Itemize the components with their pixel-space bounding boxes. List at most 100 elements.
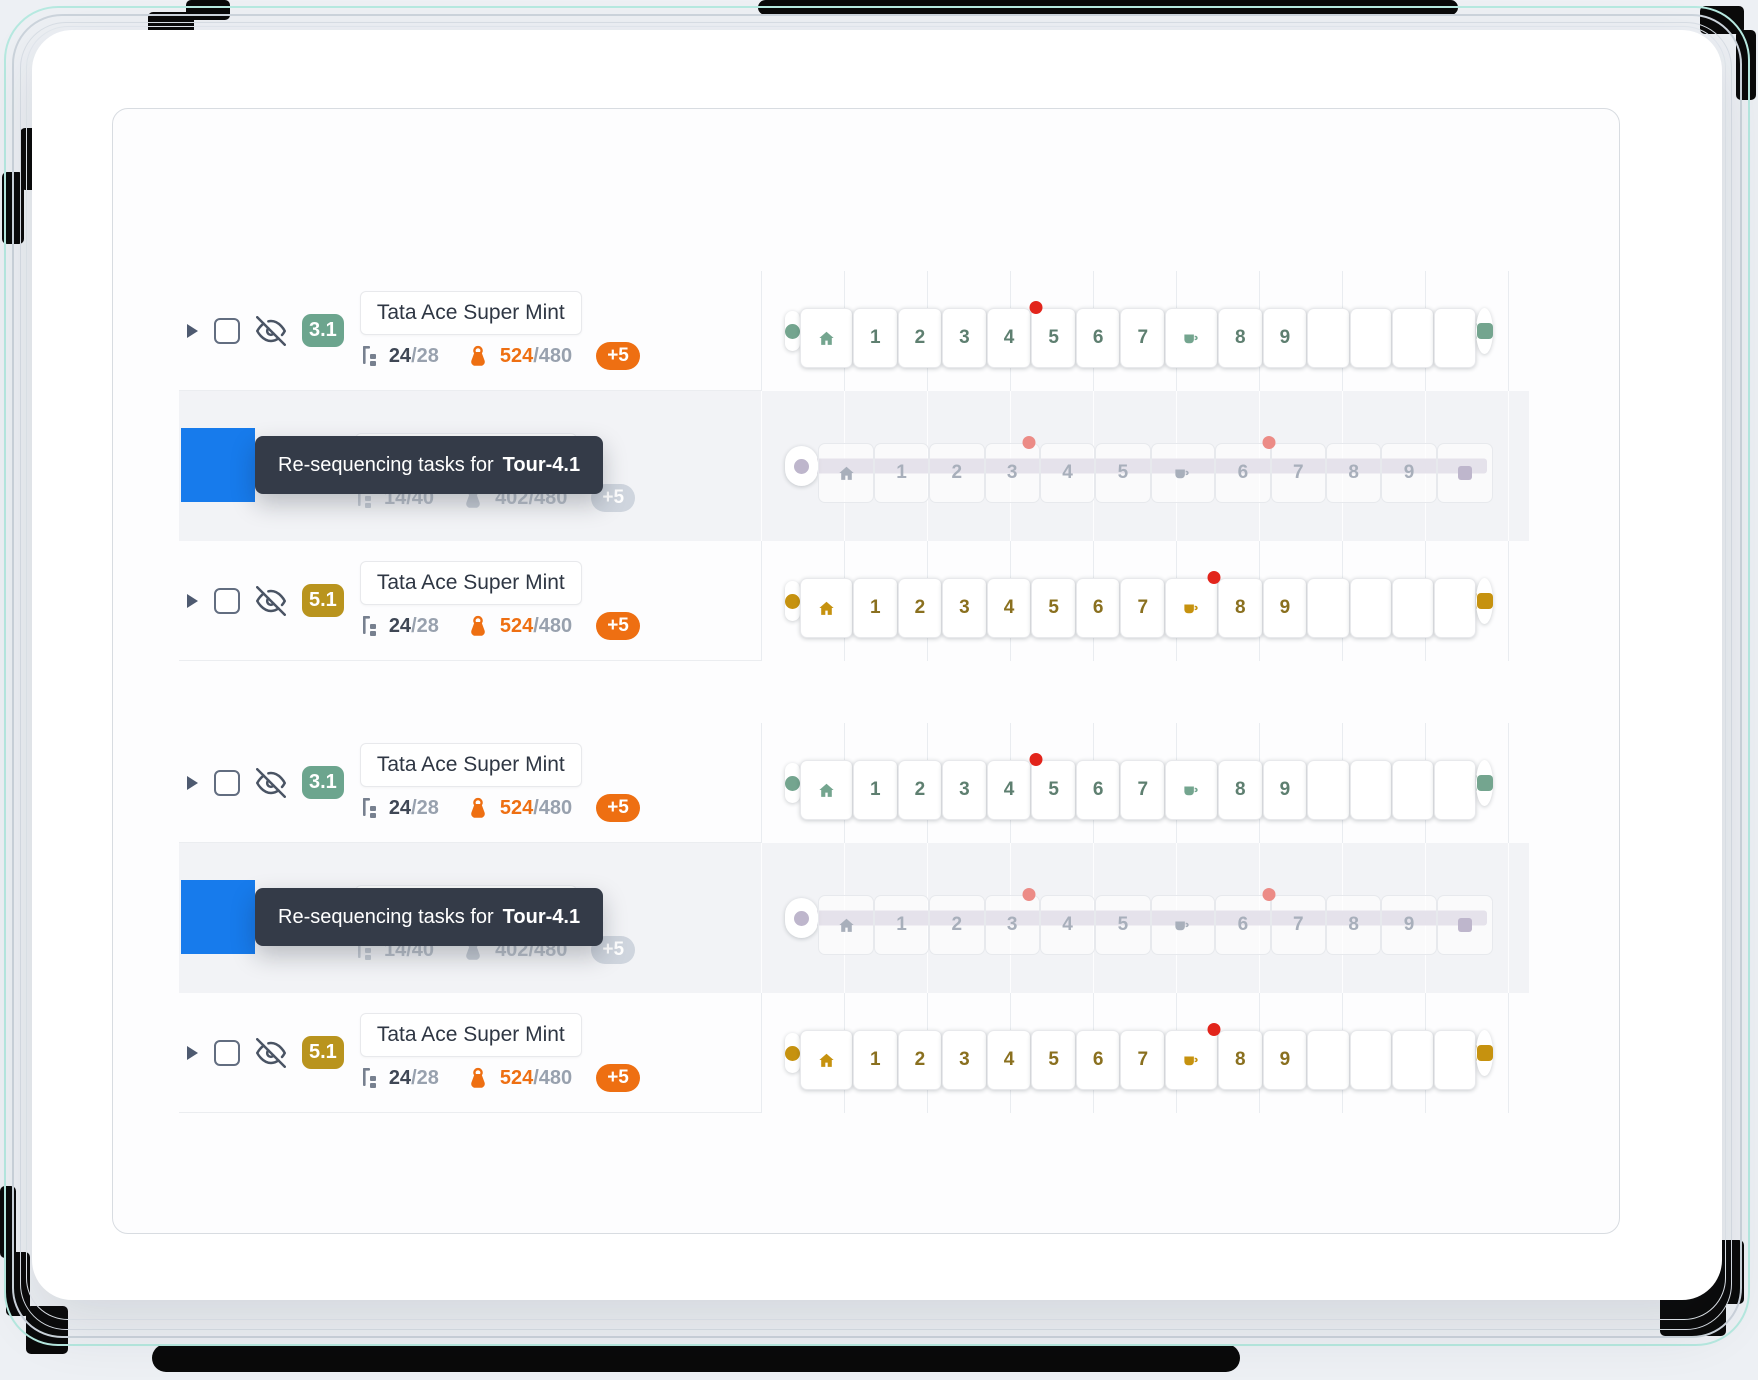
task-stop[interactable]: [1434, 578, 1476, 638]
task-stop[interactable]: 3: [985, 443, 1040, 503]
task-stop[interactable]: 5: [1031, 308, 1076, 368]
task-stop[interactable]: 8: [1218, 578, 1263, 638]
task-stop[interactable]: 1: [874, 443, 929, 503]
task-stop[interactable]: 1: [853, 760, 898, 820]
depot-marker[interactable]: [800, 1030, 853, 1090]
depot-marker[interactable]: [800, 308, 853, 368]
task-stop[interactable]: 2: [898, 1030, 943, 1090]
task-stop[interactable]: 7: [1120, 578, 1165, 638]
vehicle-name-chip[interactable]: Tata Ace Super Mint: [360, 291, 582, 335]
hide-tour-icon[interactable]: [256, 586, 286, 616]
row-checkbox[interactable]: [214, 318, 240, 344]
expand-caret-icon[interactable]: [187, 594, 198, 608]
task-stop[interactable]: 3: [942, 308, 987, 368]
task-stop[interactable]: 4: [987, 1030, 1032, 1090]
task-stop[interactable]: [1350, 760, 1392, 820]
task-stop[interactable]: 7: [1271, 443, 1326, 503]
vehicle-name-chip[interactable]: Tata Ace Super Mint: [360, 1013, 582, 1057]
task-stop[interactable]: 7: [1120, 308, 1165, 368]
task-stop[interactable]: [1350, 308, 1392, 368]
task-stop[interactable]: 6: [1215, 443, 1270, 503]
task-stop[interactable]: 9: [1381, 895, 1436, 955]
break-marker[interactable]: [1165, 760, 1218, 820]
task-stop[interactable]: [1307, 1030, 1349, 1090]
task-stop[interactable]: [1350, 1030, 1392, 1090]
tour-row-dragging[interactable]: Re-sequencing tasks for Tour-4.1 Tata Ac…: [179, 843, 1529, 993]
task-stop[interactable]: 9: [1263, 578, 1308, 638]
task-stop[interactable]: 4: [1040, 443, 1095, 503]
extra-tasks-badge[interactable]: +5: [596, 1064, 640, 1092]
task-stop[interactable]: 5: [1095, 895, 1150, 955]
task-stop[interactable]: 6: [1076, 1030, 1121, 1090]
row-checkbox[interactable]: [214, 770, 240, 796]
task-stop[interactable]: 5: [1031, 1030, 1076, 1090]
tour-row[interactable]: 3.1 Tata Ace Super Mint 24/28 524/480 +5…: [179, 723, 1529, 843]
task-stop[interactable]: [1392, 1030, 1434, 1090]
task-stop[interactable]: [1434, 308, 1476, 368]
expand-caret-icon[interactable]: [187, 324, 198, 338]
task-stop[interactable]: 6: [1215, 895, 1270, 955]
task-stop[interactable]: [1434, 1030, 1476, 1090]
task-stop[interactable]: 8: [1326, 895, 1381, 955]
task-stop[interactable]: 1: [853, 308, 898, 368]
task-stop[interactable]: 2: [898, 578, 943, 638]
task-stop[interactable]: 3: [985, 895, 1040, 955]
extra-tasks-badge[interactable]: +5: [596, 612, 640, 640]
task-stop[interactable]: 9: [1263, 760, 1308, 820]
break-marker[interactable]: [1165, 578, 1218, 638]
task-stop[interactable]: 6: [1076, 308, 1121, 368]
vehicle-name-chip[interactable]: Tata Ace Super Mint: [360, 743, 582, 787]
tour-row[interactable]: 5.1 Tata Ace Super Mint 24/28 524/480 +5…: [179, 993, 1529, 1113]
task-stop[interactable]: [1307, 308, 1349, 368]
task-stop[interactable]: 5: [1031, 578, 1076, 638]
hide-tour-icon[interactable]: [256, 316, 286, 346]
expand-caret-icon[interactable]: [187, 776, 198, 790]
task-stop[interactable]: 9: [1263, 1030, 1308, 1090]
task-stop[interactable]: 3: [942, 1030, 987, 1090]
break-marker[interactable]: [1151, 443, 1216, 503]
task-stop[interactable]: 7: [1271, 895, 1326, 955]
depot-marker[interactable]: [800, 760, 853, 820]
task-stop[interactable]: 5: [1031, 760, 1076, 820]
hide-tour-icon[interactable]: [256, 1038, 286, 1068]
break-marker[interactable]: [1151, 895, 1216, 955]
tour-row-dragging[interactable]: Re-sequencing tasks for Tour-4.1 Tata Ac…: [179, 391, 1529, 541]
task-stop[interactable]: 9: [1381, 443, 1436, 503]
task-stop[interactable]: 4: [987, 578, 1032, 638]
task-stop[interactable]: 2: [929, 443, 984, 503]
break-marker[interactable]: [1165, 1030, 1218, 1090]
row-checkbox[interactable]: [214, 1040, 240, 1066]
task-stop[interactable]: 1: [853, 1030, 898, 1090]
task-stop[interactable]: 2: [898, 760, 943, 820]
task-stop[interactable]: [1392, 578, 1434, 638]
row-checkbox[interactable]: [214, 588, 240, 614]
task-stop[interactable]: [1392, 760, 1434, 820]
task-stop[interactable]: 3: [942, 760, 987, 820]
task-stop[interactable]: 7: [1120, 760, 1165, 820]
extra-tasks-badge[interactable]: +5: [596, 794, 640, 822]
depot-marker[interactable]: [818, 895, 873, 955]
expand-caret-icon[interactable]: [187, 1046, 198, 1060]
task-stop[interactable]: 8: [1218, 308, 1263, 368]
task-stop[interactable]: 4: [1040, 895, 1095, 955]
task-stop[interactable]: 8: [1218, 1030, 1263, 1090]
task-stop[interactable]: 6: [1076, 760, 1121, 820]
task-stop[interactable]: 9: [1263, 308, 1308, 368]
vehicle-name-chip[interactable]: Tata Ace Super Mint: [360, 561, 582, 605]
task-stop[interactable]: 6: [1076, 578, 1121, 638]
task-stop[interactable]: [1307, 578, 1349, 638]
depot-marker[interactable]: [800, 578, 853, 638]
tour-row[interactable]: 5.1 Tata Ace Super Mint 24/28 524/480 +5…: [179, 541, 1529, 661]
task-stop[interactable]: 4: [987, 760, 1032, 820]
task-stop[interactable]: [1350, 578, 1392, 638]
task-stop[interactable]: 4: [987, 308, 1032, 368]
task-stop[interactable]: 1: [874, 895, 929, 955]
hide-tour-icon[interactable]: [256, 768, 286, 798]
task-stop[interactable]: 8: [1218, 760, 1263, 820]
task-stop[interactable]: [1307, 760, 1349, 820]
task-stop[interactable]: 3: [942, 578, 987, 638]
task-stop[interactable]: [1392, 308, 1434, 368]
task-stop[interactable]: 7: [1120, 1030, 1165, 1090]
task-stop[interactable]: 2: [929, 895, 984, 955]
tour-row[interactable]: 3.1 Tata Ace Super Mint 24/28 524/480 +5…: [179, 271, 1529, 391]
